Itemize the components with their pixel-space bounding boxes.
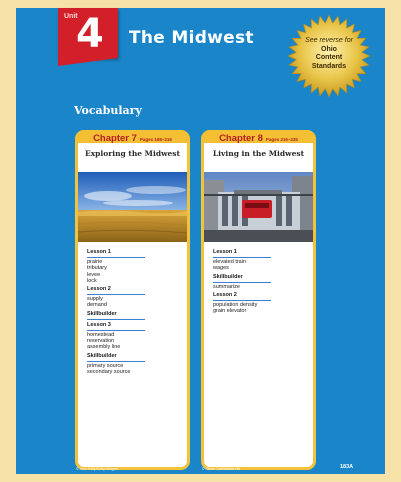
vocab-term: wages bbox=[213, 265, 229, 272]
vocabulary-heading: Vocabulary bbox=[74, 104, 142, 117]
section-heading: Skillbuilder bbox=[87, 353, 145, 362]
starburst-line: See reverse for bbox=[305, 37, 353, 44]
vocab-term: lock bbox=[87, 277, 97, 284]
unit-number: 4 bbox=[76, 11, 104, 57]
elevated-train-photo bbox=[204, 172, 313, 242]
unit-title: The Midwest bbox=[129, 28, 254, 48]
page-number: 183A bbox=[340, 464, 354, 470]
unit-opener-page: Unit 4 The Midwest See reverse for Ohio … bbox=[16, 8, 385, 474]
chapter-pages: Pages 216–235 bbox=[265, 137, 298, 142]
starburst-line: Content bbox=[315, 54, 343, 62]
photo-credit: © Steve Craft/MasterFile. bbox=[202, 467, 242, 471]
starburst-text: See reverse for Ohio Content Standards bbox=[303, 37, 355, 71]
vocab-term: secondary source bbox=[87, 368, 131, 375]
card-title: Living in the Midwest bbox=[212, 149, 305, 158]
starburst-line: Standards bbox=[311, 62, 347, 70]
vocab-term: summarize bbox=[213, 283, 240, 290]
prairie-photo bbox=[78, 172, 187, 242]
section-heading: Skillbuilder bbox=[87, 311, 145, 320]
chapter-label: Chapter 8 bbox=[219, 133, 263, 144]
section-heading: Skillbuilder bbox=[213, 274, 271, 283]
section-heading: Lesson 1 bbox=[87, 249, 145, 258]
section-heading: Lesson 2 bbox=[213, 292, 271, 301]
chapter-banner: Chapter 7 Pages 188–215 bbox=[75, 130, 190, 144]
chapter-banner: Chapter 8 Pages 216–235 bbox=[201, 130, 316, 144]
vocab-term: demand bbox=[87, 302, 107, 309]
card-title: Exploring the Midwest bbox=[84, 149, 180, 158]
chapter-pages: Pages 188–215 bbox=[139, 137, 172, 142]
vocab-term: grain elevator bbox=[213, 308, 247, 315]
chapter-card: Chapter 8 Pages 216–235 Living in the Mid… bbox=[201, 130, 316, 470]
section-heading: Lesson 1 bbox=[213, 249, 271, 258]
photo-credit: © John Kelly/Getty Images. bbox=[76, 467, 119, 471]
section-heading: Lesson 3 bbox=[87, 322, 145, 331]
section-heading: Lesson 2 bbox=[87, 286, 145, 296]
vocab-term: assembly line bbox=[87, 344, 121, 351]
starburst-line: Ohio bbox=[321, 45, 337, 53]
vocab-list: Lesson 1 elevated train wages Skillbuild… bbox=[213, 249, 271, 314]
vocab-list: Lesson 1 prairie tributary levee lock Le… bbox=[87, 249, 145, 375]
chapter-card: Chapter 7 Pages 188–215 Exploring the Mid… bbox=[75, 130, 190, 470]
unit-tab: Unit 4 bbox=[58, 8, 118, 66]
chapter-label: Chapter 7 bbox=[93, 133, 137, 144]
